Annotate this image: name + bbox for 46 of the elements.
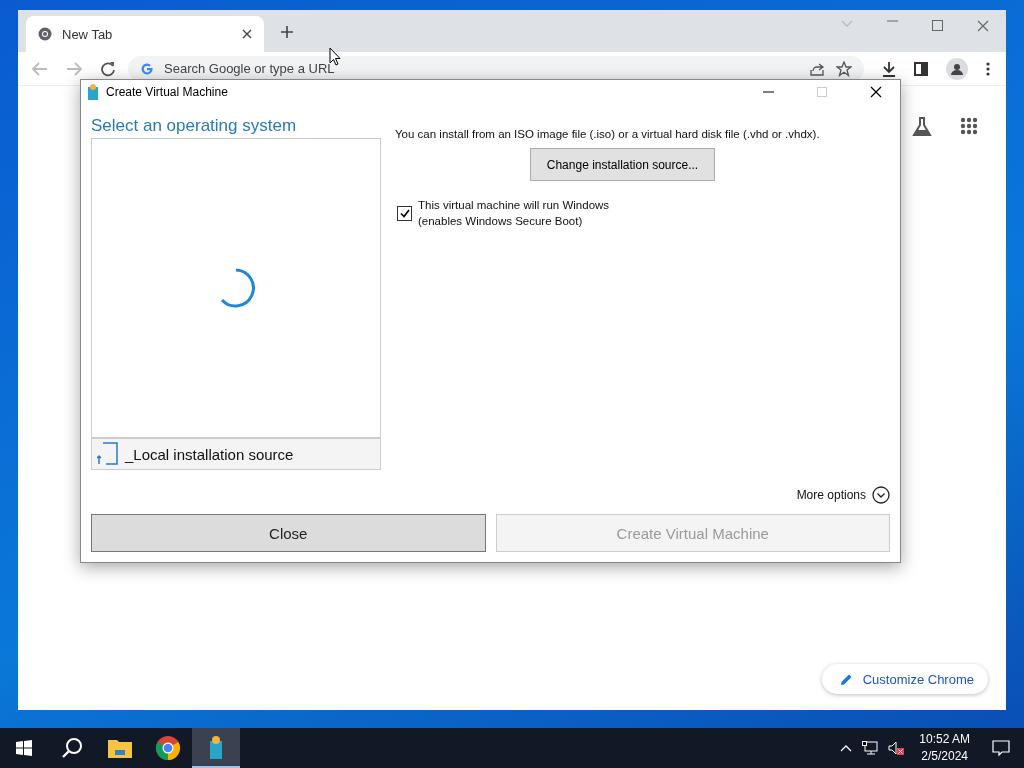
- browser-tab[interactable]: New Tab: [26, 16, 264, 52]
- side-panel-icon[interactable]: [914, 61, 928, 76]
- app-icon: [207, 735, 225, 759]
- apps-grid-icon[interactable]: [960, 117, 978, 135]
- chevron-down-icon: [872, 486, 890, 504]
- download-icon[interactable]: [882, 60, 896, 77]
- menu-icon[interactable]: [986, 61, 990, 76]
- close-icon[interactable]: [870, 86, 882, 98]
- speaker-muted-icon[interactable]: [888, 741, 905, 755]
- app-icon: [87, 84, 99, 100]
- chevron-up-icon[interactable]: [840, 744, 853, 752]
- folder-arrow-icon: [97, 442, 119, 466]
- flask-icon[interactable]: [912, 117, 932, 137]
- search-icon: [61, 737, 83, 759]
- checkbox-label: This virtual machine will run Windows (enables Windows Secure Boot): [418, 198, 610, 229]
- description-text: You can install from an ISO image file (.iso) or a virtual hard disk file (.vhd or .vhdx).: [395, 128, 821, 140]
- close-button[interactable]: Close: [91, 514, 486, 552]
- star-icon[interactable]: [836, 60, 852, 77]
- change-source-button[interactable]: Change installation source...: [529, 148, 716, 181]
- new-tab-icon[interactable]: [280, 25, 294, 39]
- close-icon[interactable]: [242, 29, 252, 39]
- vm-app-taskbar-button[interactable]: [192, 728, 240, 768]
- reload-icon[interactable]: [100, 60, 116, 77]
- share-icon[interactable]: [810, 61, 826, 76]
- checkbox[interactable]: [397, 205, 412, 221]
- mouse-cursor-icon: [329, 47, 341, 66]
- chrome-logo-icon: [38, 27, 52, 41]
- address-bar[interactable]: Search Google or type a URL: [128, 55, 864, 82]
- customize-chrome-button[interactable]: Customize Chrome: [821, 664, 988, 694]
- windows-logo-icon: [16, 740, 32, 756]
- maximize-icon: [817, 87, 827, 97]
- clock-time: 10:52 AM: [919, 731, 970, 748]
- network-icon[interactable]: [862, 741, 879, 755]
- pencil-icon: [839, 672, 853, 686]
- section-heading: Select an operating system: [91, 116, 298, 136]
- chrome-logo-icon: [155, 735, 181, 761]
- source-list-item[interactable]: _Local installation source: [91, 438, 381, 470]
- folder-icon: [108, 738, 132, 758]
- clock[interactable]: 10:52 AM 2/5/2024: [919, 731, 970, 765]
- notifications-icon[interactable]: [992, 739, 1010, 757]
- google-logo-icon: [140, 61, 154, 76]
- maximize-icon[interactable]: [932, 20, 943, 31]
- more-options-button[interactable]: More options: [796, 486, 890, 504]
- dialog-title: Create Virtual Machine: [106, 85, 228, 99]
- profile-icon[interactable]: [946, 57, 968, 80]
- clock-date: 2/5/2024: [921, 748, 968, 765]
